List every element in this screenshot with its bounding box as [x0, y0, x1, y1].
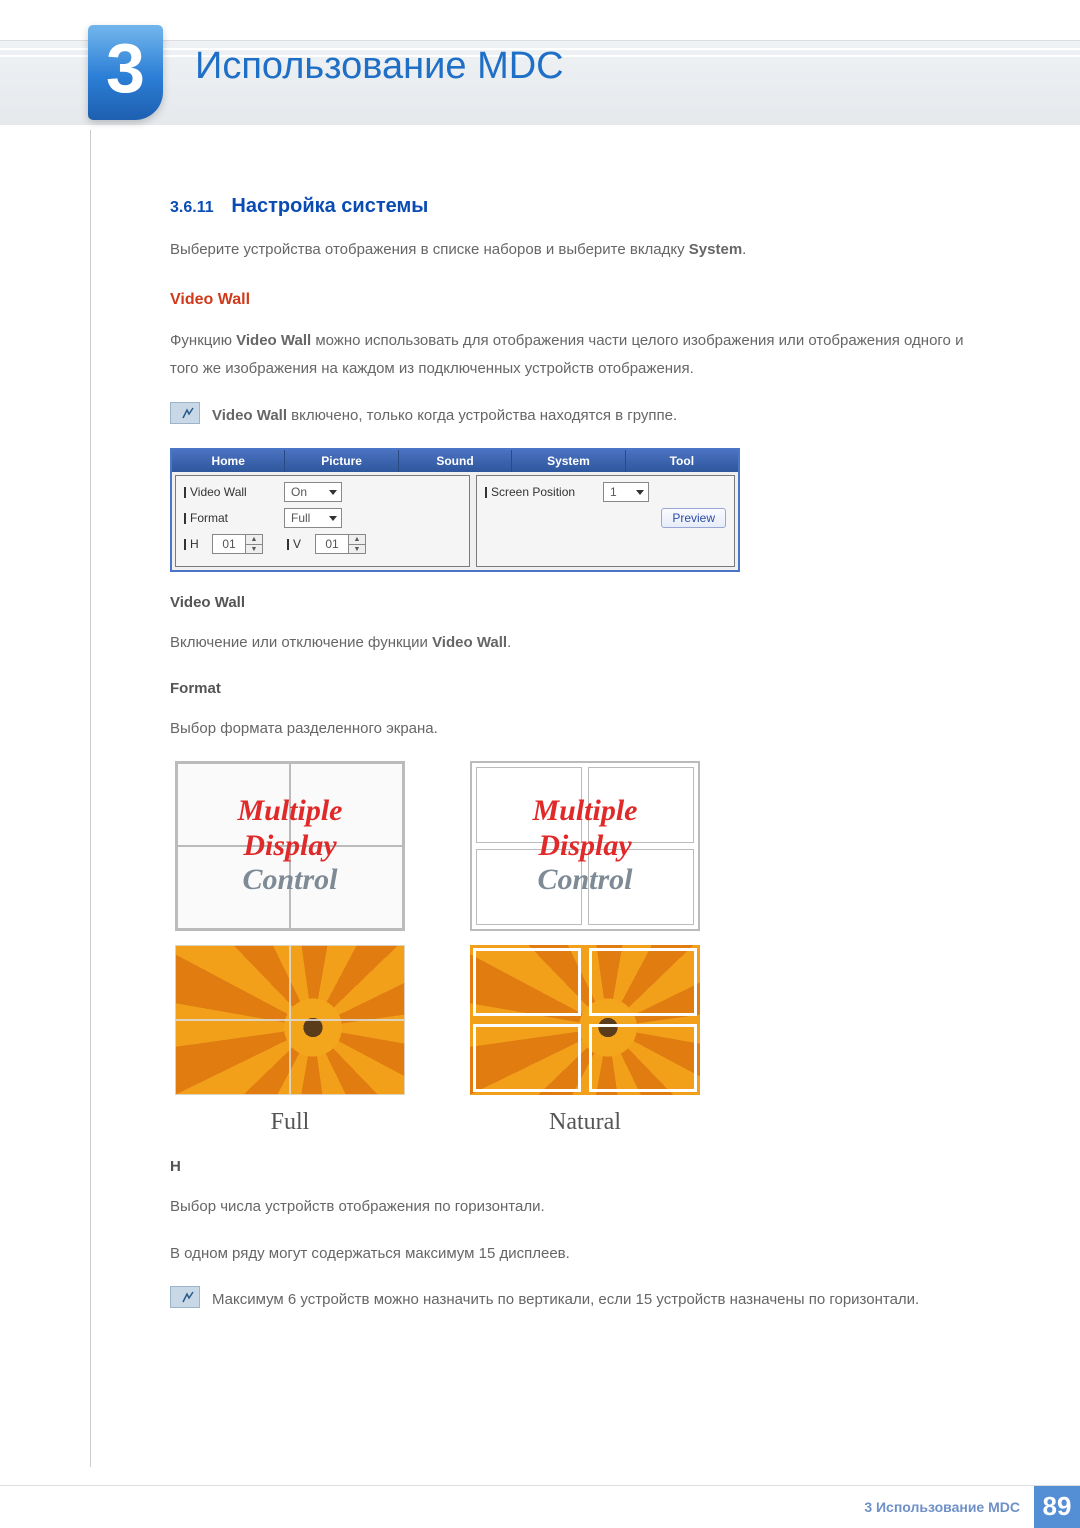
chapter-number-badge: 3: [88, 25, 163, 120]
intro-paragraph: Выберите устройства отображения в списке…: [170, 236, 990, 265]
v-stepper[interactable]: 01 ▲▼: [315, 534, 366, 554]
format-label: Format: [184, 511, 276, 525]
preview-button[interactable]: Preview: [661, 508, 726, 528]
video-wall-heading: Video Wall: [170, 291, 990, 309]
h-desc2: В одном ряду могут содержаться максимум …: [170, 1240, 990, 1269]
section-heading: 3.6.11 Настройка системы: [170, 195, 990, 218]
format-subhead: Format: [170, 680, 990, 697]
left-margin-rule: [90, 130, 91, 1467]
stepper-buttons[interactable]: ▲▼: [348, 534, 366, 554]
caption-natural: Natural: [549, 1109, 621, 1136]
stepper-buttons[interactable]: ▲▼: [245, 534, 263, 554]
section-number: 3.6.11: [170, 199, 214, 216]
format-figure-row: Multiple Display Control Full Multiple D…: [170, 761, 990, 1136]
video-wall-subhead: Video Wall: [170, 594, 990, 611]
note-icon: [170, 402, 200, 424]
tab-sound[interactable]: Sound: [399, 450, 512, 472]
format-dropdown[interactable]: Full: [284, 508, 342, 528]
tab-bar: Home Picture Sound System Tool: [172, 450, 738, 472]
v-label: V: [287, 537, 307, 551]
section-title: Настройка системы: [231, 195, 428, 217]
tab-picture[interactable]: Picture: [285, 450, 398, 472]
h-desc: Выбор числа устройств отображения по гор…: [170, 1193, 990, 1222]
mdc-tile-full: Multiple Display Control: [175, 761, 405, 931]
settings-panel-screenshot: Home Picture Sound System Tool Video Wal…: [170, 448, 740, 572]
note-icon: [170, 1286, 200, 1308]
screen-position-label: Screen Position: [485, 485, 595, 499]
figure-natural: Multiple Display Control Natural: [465, 761, 705, 1136]
tab-system[interactable]: System: [512, 450, 625, 472]
tab-tool[interactable]: Tool: [626, 450, 738, 472]
note-row: Video Wall включено, только когда устрой…: [170, 402, 990, 431]
page-footer: 3 Использование MDC 89: [0, 1485, 1080, 1527]
figure-full: Multiple Display Control Full: [170, 761, 410, 1136]
h-note-text: Максимум 6 устройств можно назначить по …: [212, 1286, 990, 1315]
mdc-tile-natural: Multiple Display Control: [470, 761, 700, 931]
caption-full: Full: [271, 1109, 310, 1136]
format-desc: Выбор формата разделенного экрана.: [170, 715, 990, 744]
tab-home[interactable]: Home: [172, 450, 285, 472]
video-wall-dropdown[interactable]: On: [284, 482, 342, 502]
h-stepper[interactable]: 01 ▲▼: [212, 534, 263, 554]
video-wall-label: Video Wall: [184, 485, 276, 499]
video-wall-subdesc: Включение или отключение функции Video W…: [170, 629, 990, 658]
footer-text: 3 Использование MDC: [864, 1499, 1020, 1515]
page-number: 89: [1034, 1486, 1080, 1528]
h-subhead: H: [170, 1158, 990, 1175]
flower-natural: [470, 945, 700, 1095]
h-note-row: Максимум 6 устройств можно назначить по …: [170, 1286, 990, 1315]
video-wall-desc: Функцию Video Wall можно использовать дл…: [170, 327, 990, 384]
chapter-title: Использование MDC: [195, 45, 564, 88]
note-text: Video Wall включено, только когда устрой…: [212, 402, 990, 431]
screen-position-dropdown[interactable]: 1: [603, 482, 649, 502]
h-label: H: [184, 537, 204, 551]
flower-full: [175, 945, 405, 1095]
